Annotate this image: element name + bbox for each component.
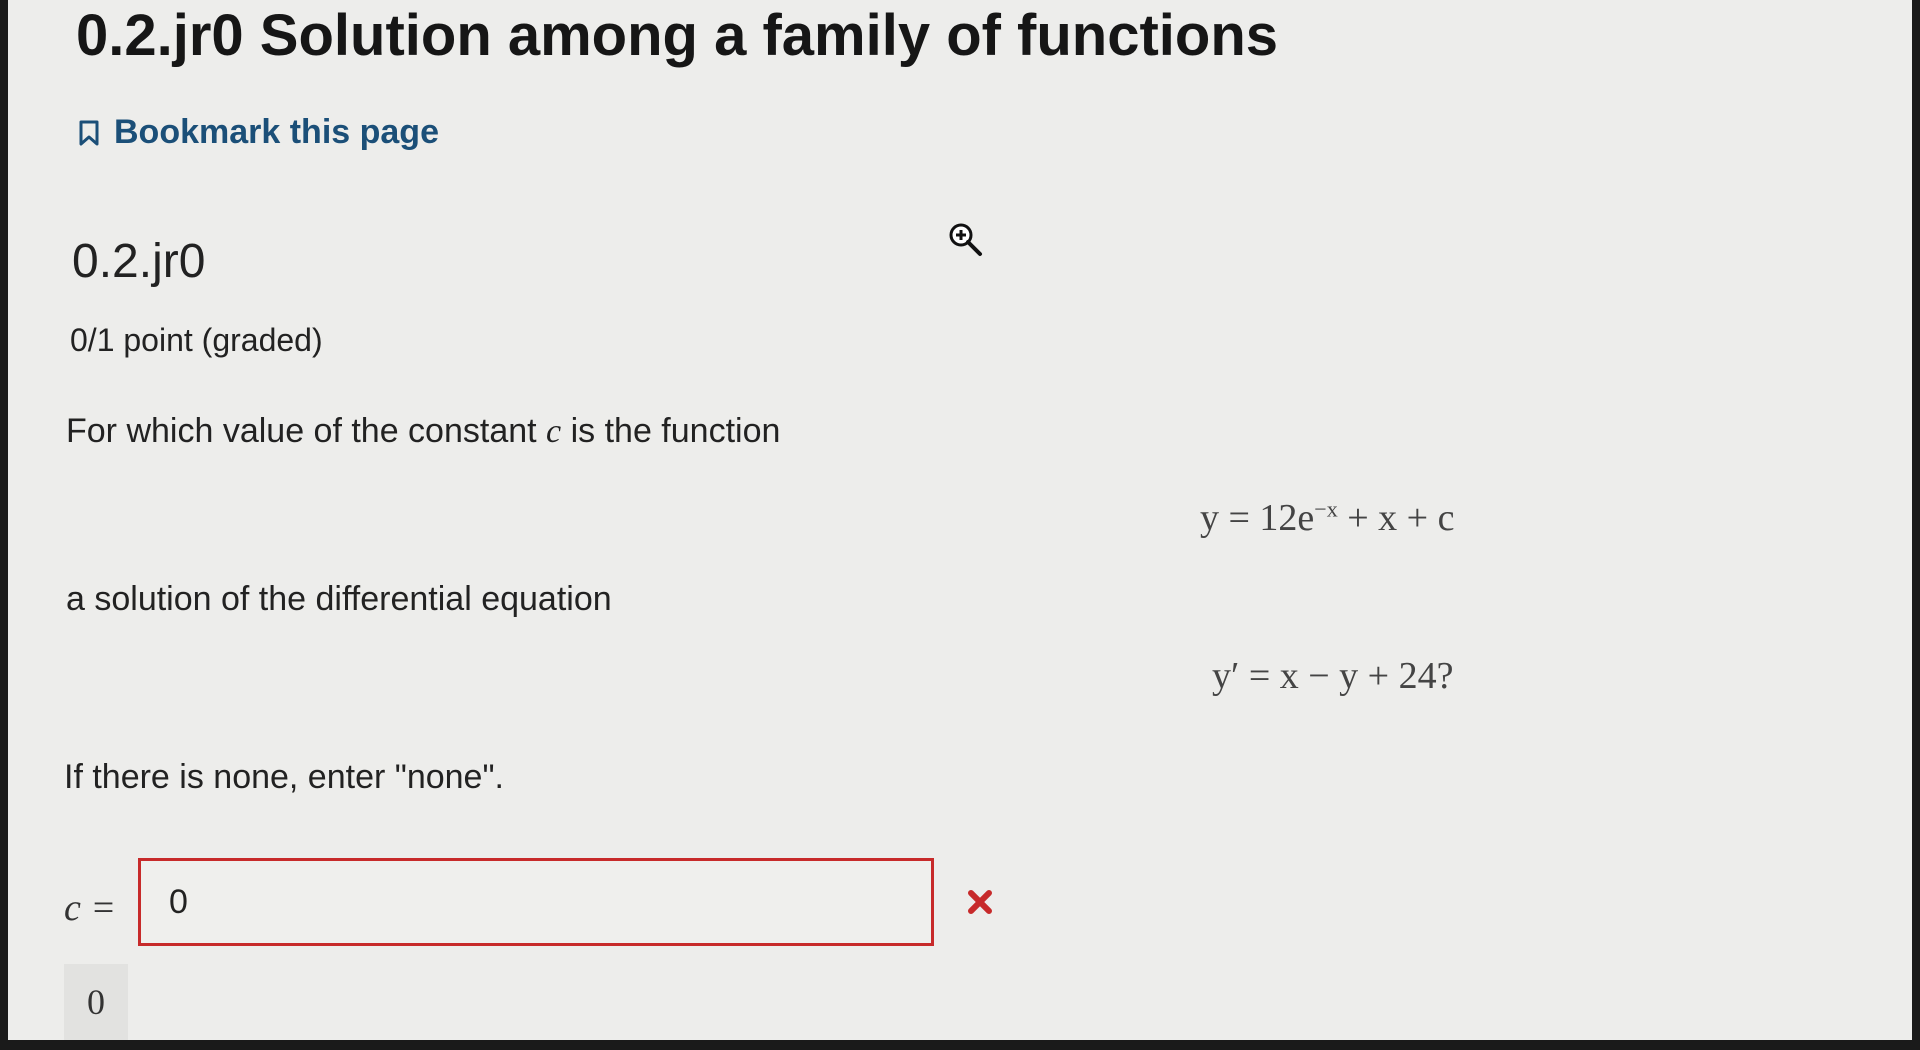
problem-title: 0.2.jr0 [72, 235, 206, 288]
function-equation: y = 12e−x + x + c [1200, 496, 1454, 540]
question-middle: a solution of the differential equation [66, 580, 612, 618]
question-constant: c [546, 413, 562, 450]
bookmark-label: Bookmark this page [114, 113, 439, 151]
bookmark-icon [78, 119, 100, 147]
unit-title: 0.2.jr0 Solution among a family of funct… [76, 3, 1279, 68]
bookmark-button[interactable]: Bookmark this page [78, 113, 439, 152]
differential-equation: y′ = x − y + 24? [1212, 655, 1454, 697]
question-start: For which value of the constant [66, 412, 547, 450]
answer-input[interactable] [138, 858, 934, 946]
points-status: 0/1 point (graded) [70, 322, 323, 358]
question-end: is the function [561, 412, 781, 450]
answer-preview: 0 [64, 964, 128, 1040]
incorrect-x-icon [966, 888, 994, 921]
question-none-hint: If there is none, enter "none". [64, 758, 504, 796]
equation1-tail: + x + c [1337, 497, 1455, 539]
equation1-main: y = 12e [1200, 497, 1315, 539]
page: 0.2.jr0 Solution among a family of funct… [8, 0, 1912, 1040]
question-text: For which value of the constant c is the… [66, 412, 780, 451]
zoom-cursor-icon [948, 222, 984, 263]
answer-label: c = [64, 887, 117, 929]
equation1-exponent: −x [1314, 496, 1338, 522]
